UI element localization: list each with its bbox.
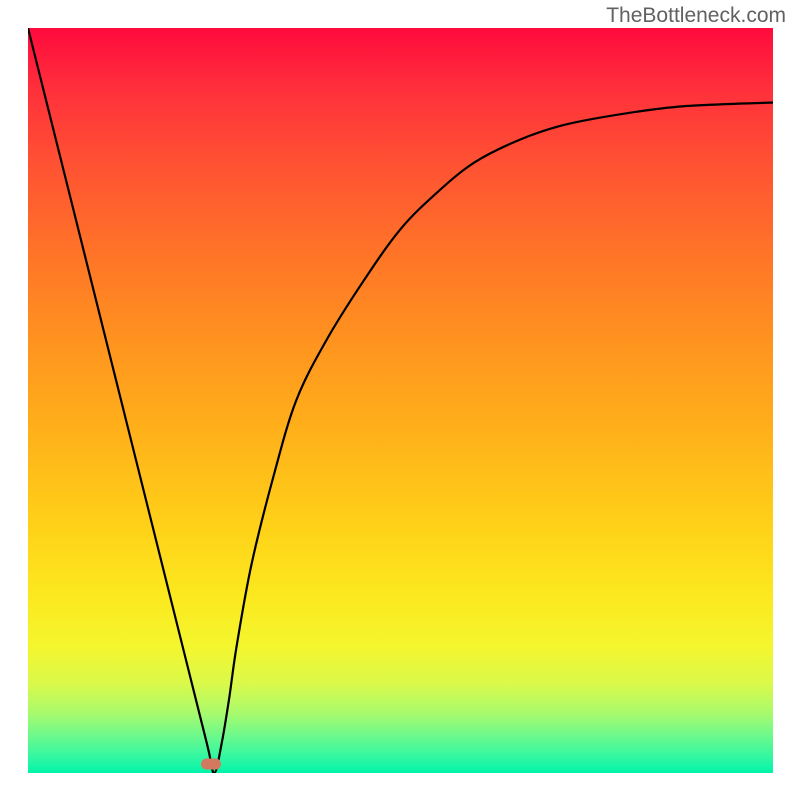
watermark-text: TheBottleneck.com [606, 4, 786, 28]
bottleneck-curve [28, 28, 773, 773]
chart-frame [28, 28, 773, 773]
optimum-marker [201, 759, 221, 770]
plot-area [28, 28, 773, 773]
